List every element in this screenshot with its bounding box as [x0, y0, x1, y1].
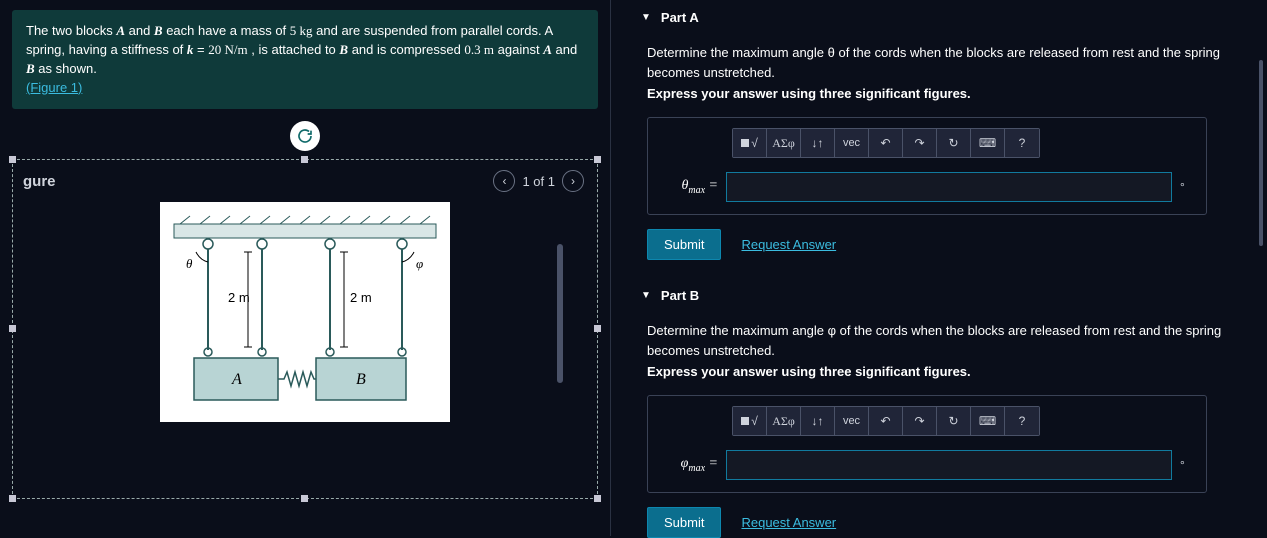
answer-input[interactable]	[726, 450, 1172, 480]
unit-label: °	[1180, 180, 1192, 194]
figure-counter: 1 of 1	[522, 174, 555, 189]
reset-figure-button[interactable]	[290, 121, 320, 151]
svg-text:2 m: 2 m	[350, 290, 372, 305]
part-subprompt: Express your answer using three signific…	[647, 364, 1263, 379]
text: against	[494, 42, 543, 57]
figure-link[interactable]: (Figure 1)	[26, 80, 82, 95]
redo-button[interactable]: ↷	[903, 129, 937, 157]
text: =	[193, 42, 208, 57]
figure-prev-button[interactable]: ‹	[493, 170, 515, 192]
figure-selection-region[interactable]: gure ‹ 1 of 1 ›	[12, 159, 598, 499]
resize-handle[interactable]	[594, 156, 601, 163]
right-pane-scrollbar[interactable]	[1259, 60, 1263, 246]
submit-button[interactable]: Submit	[647, 507, 721, 538]
template-button[interactable]: √	[733, 129, 767, 157]
reset-button[interactable]: ↻	[937, 129, 971, 157]
subsup-button[interactable]: ↓↑	[801, 129, 835, 157]
submit-button[interactable]: Submit	[647, 229, 721, 260]
resize-handle[interactable]	[9, 156, 16, 163]
part-prompt: Determine the maximum angle φ of the cor…	[647, 321, 1263, 360]
help-button[interactable]: ?	[1005, 129, 1039, 157]
greek-button[interactable]: ΑΣφ	[767, 407, 801, 435]
variable-label: φmax =	[662, 456, 718, 474]
reset-button[interactable]: ↻	[937, 407, 971, 435]
part-prompt: Determine the maximum angle θ of the cor…	[647, 43, 1263, 82]
var-B: B	[154, 23, 163, 38]
figure-next-button[interactable]: ›	[562, 170, 584, 192]
request-answer-link[interactable]: Request Answer	[741, 237, 836, 252]
answer-area: √ ΑΣφ ↓↑ vec ↶ ↷ ↻ ⌨ ? φmax = °	[647, 395, 1207, 493]
mass-value: 5 kg	[290, 23, 313, 38]
template-button[interactable]: √	[733, 407, 767, 435]
svg-text:φ: φ	[416, 256, 423, 271]
text: , is attached to	[248, 42, 340, 57]
text: The two blocks	[26, 23, 116, 38]
resize-handle[interactable]	[594, 495, 601, 502]
keyboard-button[interactable]: ⌨	[971, 129, 1005, 157]
equation-toolbar: √ ΑΣφ ↓↑ vec ↶ ↷ ↻ ⌨ ?	[732, 128, 1040, 158]
unit-label: °	[1180, 458, 1192, 472]
variable-label: θmax =	[662, 178, 718, 196]
redo-button[interactable]: ↷	[903, 407, 937, 435]
text: as shown.	[35, 61, 97, 76]
figure-panel-title: gure	[23, 173, 56, 190]
undo-button[interactable]: ↶	[869, 407, 903, 435]
svg-text:B: B	[356, 371, 366, 388]
var-A: A	[543, 42, 552, 57]
var-B: B	[26, 61, 35, 76]
text: each have a mass of	[163, 23, 290, 38]
collapse-toggle-icon[interactable]: ▼	[641, 290, 651, 301]
help-button[interactable]: ?	[1005, 407, 1039, 435]
svg-text:A: A	[231, 371, 242, 388]
part-title: Part B	[661, 288, 699, 303]
svg-text:2 m: 2 m	[228, 290, 250, 305]
resize-handle[interactable]	[301, 495, 308, 502]
resize-handle[interactable]	[594, 325, 601, 332]
subsup-button[interactable]: ↓↑	[801, 407, 835, 435]
answer-input[interactable]	[726, 172, 1172, 202]
keyboard-button[interactable]: ⌨	[971, 407, 1005, 435]
part-subprompt: Express your answer using three signific…	[647, 86, 1263, 101]
answer-area: √ ΑΣφ ↓↑ vec ↶ ↷ ↻ ⌨ ? θmax = °	[647, 117, 1207, 215]
equation-toolbar: √ ΑΣφ ↓↑ vec ↶ ↷ ↻ ⌨ ?	[732, 406, 1040, 436]
resize-handle[interactable]	[9, 495, 16, 502]
part-title: Part A	[661, 10, 699, 25]
resize-handle[interactable]	[9, 325, 16, 332]
text: and	[552, 42, 577, 57]
collapse-toggle-icon[interactable]: ▼	[641, 12, 651, 23]
compression-value: 0.3 m	[464, 42, 494, 57]
request-answer-link[interactable]: Request Answer	[741, 515, 836, 530]
var-B: B	[339, 42, 348, 57]
svg-text:θ: θ	[186, 256, 193, 271]
vec-button[interactable]: vec	[835, 407, 869, 435]
greek-button[interactable]: ΑΣφ	[767, 129, 801, 157]
resize-handle[interactable]	[301, 156, 308, 163]
text: and is compressed	[348, 42, 464, 57]
var-A: A	[116, 23, 125, 38]
stiffness-value: 20 N/m	[208, 42, 247, 57]
problem-statement: The two blocks A and B each have a mass …	[12, 10, 598, 109]
undo-button[interactable]: ↶	[869, 129, 903, 157]
text: and	[125, 23, 154, 38]
figure-image: A B θ φ 2 m 2 m	[23, 202, 587, 425]
vec-button[interactable]: vec	[835, 129, 869, 157]
figure-scrollbar[interactable]	[557, 244, 563, 383]
